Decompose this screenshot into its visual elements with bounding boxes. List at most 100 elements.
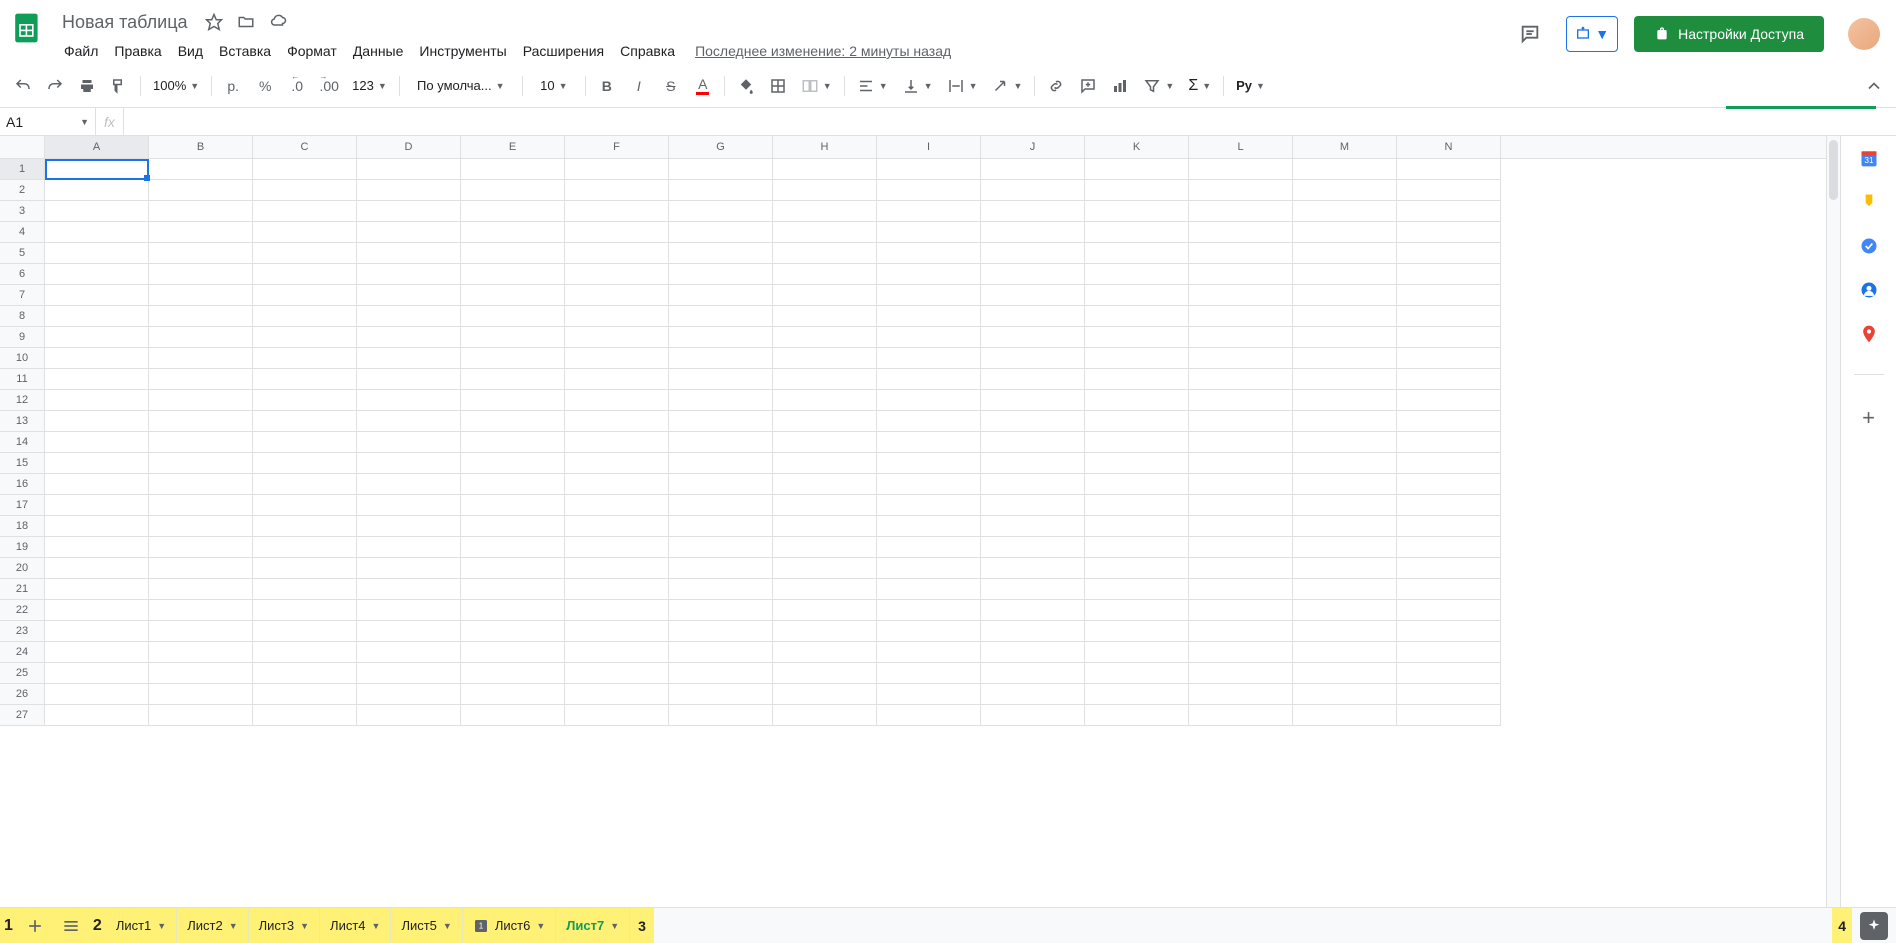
cell-D10[interactable] (357, 348, 461, 369)
cell-H8[interactable] (773, 306, 877, 327)
cell-J5[interactable] (981, 243, 1085, 264)
cell-J3[interactable] (981, 201, 1085, 222)
cell-C23[interactable] (253, 621, 357, 642)
italic-button[interactable]: I (624, 71, 654, 101)
strikethrough-button[interactable]: S (656, 71, 686, 101)
cell-D21[interactable] (357, 579, 461, 600)
cell-N23[interactable] (1397, 621, 1501, 642)
cell-C18[interactable] (253, 516, 357, 537)
cell-B6[interactable] (149, 264, 253, 285)
functions-dropdown[interactable]: Σ▼ (1182, 71, 1217, 101)
cell-F15[interactable] (565, 453, 669, 474)
col-header-E[interactable]: E (461, 136, 565, 158)
cell-M11[interactable] (1293, 369, 1397, 390)
row-header-7[interactable]: 7 (0, 285, 44, 306)
fill-color-button[interactable] (731, 71, 761, 101)
cell-G14[interactable] (669, 432, 773, 453)
cell-F21[interactable] (565, 579, 669, 600)
cell-A1[interactable] (45, 159, 149, 180)
cell-I2[interactable] (877, 180, 981, 201)
cell-K16[interactable] (1085, 474, 1189, 495)
number-format-dropdown[interactable]: 123▼ (346, 71, 393, 101)
cell-A5[interactable] (45, 243, 149, 264)
row-header-24[interactable]: 24 (0, 642, 44, 663)
redo-button[interactable] (40, 71, 70, 101)
col-header-M[interactable]: M (1293, 136, 1397, 158)
cell-C17[interactable] (253, 495, 357, 516)
cell-F26[interactable] (565, 684, 669, 705)
row-header-22[interactable]: 22 (0, 600, 44, 621)
row-header-9[interactable]: 9 (0, 327, 44, 348)
cell-C25[interactable] (253, 663, 357, 684)
cell-E22[interactable] (461, 600, 565, 621)
cell-F10[interactable] (565, 348, 669, 369)
menu-view[interactable]: Вид (170, 39, 211, 63)
cell-K14[interactable] (1085, 432, 1189, 453)
cell-D4[interactable] (357, 222, 461, 243)
cell-L2[interactable] (1189, 180, 1293, 201)
cell-B24[interactable] (149, 642, 253, 663)
cell-C26[interactable] (253, 684, 357, 705)
font-dropdown[interactable]: По умолча...▼ (406, 71, 516, 101)
cell-B21[interactable] (149, 579, 253, 600)
row-header-4[interactable]: 4 (0, 222, 44, 243)
sheet-tab-6[interactable]: 1Лист6▼ (463, 908, 556, 943)
cell-D1[interactable] (357, 159, 461, 180)
cell-A16[interactable] (45, 474, 149, 495)
menu-data[interactable]: Данные (345, 39, 412, 63)
cell-K24[interactable] (1085, 642, 1189, 663)
cell-C3[interactable] (253, 201, 357, 222)
cell-E18[interactable] (461, 516, 565, 537)
cell-C7[interactable] (253, 285, 357, 306)
cell-N9[interactable] (1397, 327, 1501, 348)
cell-J22[interactable] (981, 600, 1085, 621)
cell-A11[interactable] (45, 369, 149, 390)
cell-N7[interactable] (1397, 285, 1501, 306)
cell-G3[interactable] (669, 201, 773, 222)
cell-G18[interactable] (669, 516, 773, 537)
cell-J1[interactable] (981, 159, 1085, 180)
cell-A13[interactable] (45, 411, 149, 432)
text-rotation-dropdown[interactable]: ▼ (985, 71, 1028, 101)
cell-I20[interactable] (877, 558, 981, 579)
text-wrap-dropdown[interactable]: ▼ (941, 71, 984, 101)
row-header-11[interactable]: 11 (0, 369, 44, 390)
cell-F1[interactable] (565, 159, 669, 180)
cell-C4[interactable] (253, 222, 357, 243)
cell-D19[interactable] (357, 537, 461, 558)
cell-G11[interactable] (669, 369, 773, 390)
cell-M17[interactable] (1293, 495, 1397, 516)
cell-L4[interactable] (1189, 222, 1293, 243)
cell-I14[interactable] (877, 432, 981, 453)
cell-M9[interactable] (1293, 327, 1397, 348)
comments-button[interactable] (1510, 14, 1550, 54)
cell-G25[interactable] (669, 663, 773, 684)
cell-K23[interactable] (1085, 621, 1189, 642)
cell-D13[interactable] (357, 411, 461, 432)
cell-K25[interactable] (1085, 663, 1189, 684)
cell-H16[interactable] (773, 474, 877, 495)
row-header-23[interactable]: 23 (0, 621, 44, 642)
cell-I23[interactable] (877, 621, 981, 642)
insert-link-button[interactable] (1041, 71, 1071, 101)
cell-F5[interactable] (565, 243, 669, 264)
insert-comment-button[interactable] (1073, 71, 1103, 101)
cell-F25[interactable] (565, 663, 669, 684)
cell-F18[interactable] (565, 516, 669, 537)
cell-C24[interactable] (253, 642, 357, 663)
cell-N24[interactable] (1397, 642, 1501, 663)
cell-J14[interactable] (981, 432, 1085, 453)
cell-E26[interactable] (461, 684, 565, 705)
cell-I12[interactable] (877, 390, 981, 411)
cell-E27[interactable] (461, 705, 565, 726)
row-header-19[interactable]: 19 (0, 537, 44, 558)
cell-E20[interactable] (461, 558, 565, 579)
cell-L5[interactable] (1189, 243, 1293, 264)
cell-M6[interactable] (1293, 264, 1397, 285)
cell-C11[interactable] (253, 369, 357, 390)
cell-A17[interactable] (45, 495, 149, 516)
col-header-J[interactable]: J (981, 136, 1085, 158)
cell-L14[interactable] (1189, 432, 1293, 453)
cell-N11[interactable] (1397, 369, 1501, 390)
cell-M5[interactable] (1293, 243, 1397, 264)
